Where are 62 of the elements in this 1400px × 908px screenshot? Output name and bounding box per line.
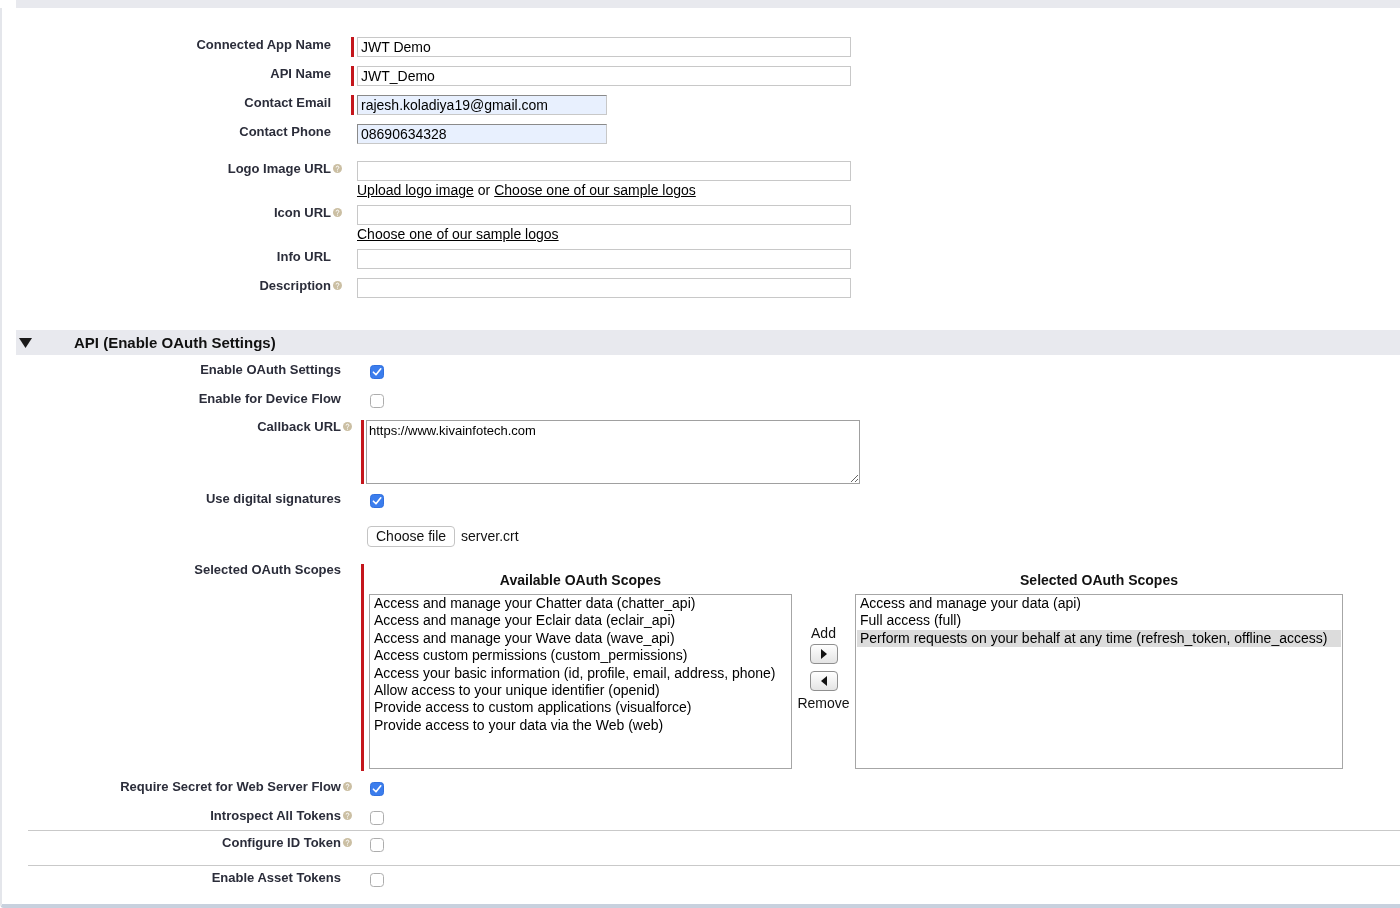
- input-field[interactable]: 08690634328: [357, 124, 607, 144]
- field-label: Logo Image URL: [227, 161, 331, 176]
- disclosure-triangle-icon[interactable]: [19, 337, 32, 348]
- field-label: Callback URL: [257, 419, 341, 434]
- checkbox[interactable]: [370, 394, 384, 408]
- input-field[interactable]: JWT_Demo: [357, 66, 851, 86]
- field-label: Enable for Device Flow: [198, 391, 341, 406]
- list-option[interactable]: Access and manage your Eclair data (eclair_api): [371, 612, 790, 630]
- field-label: Description: [259, 278, 331, 293]
- field-label: Enable Asset Tokens: [211, 870, 341, 885]
- callback-url-field[interactable]: https://www.kivainfotech.com: [366, 420, 860, 484]
- triangle-left-icon: [820, 676, 827, 686]
- separator-text: or: [477, 182, 491, 198]
- field-label: Introspect All Tokens: [210, 808, 341, 823]
- list-option[interactable]: Perform requests on your behalf at any time (refresh_token, offline_access): [857, 629, 1341, 648]
- list-option[interactable]: Access your basic information (id, profile, email, address, phone): [371, 664, 790, 683]
- list-option[interactable]: Access and manage your Wave data (wave_api): [371, 629, 790, 648]
- field-label: Contact Email: [244, 95, 331, 110]
- checkbox[interactable]: [370, 873, 384, 887]
- field-label: Icon URL: [273, 205, 331, 220]
- input-field[interactable]: [357, 161, 851, 181]
- input-field[interactable]: [357, 278, 851, 298]
- checkbox[interactable]: [370, 838, 384, 852]
- add-button[interactable]: [809, 644, 838, 664]
- section-title: API (Enable OAuth Settings): [74, 334, 276, 351]
- list-option[interactable]: Access and manage your Chatter data (chatter_api): [371, 595, 790, 613]
- list-option[interactable]: Provide access to your data via the Web (web): [371, 716, 790, 735]
- choose-file-button[interactable]: Choose file: [367, 526, 456, 547]
- add-label: Add: [811, 625, 836, 641]
- checkbox[interactable]: [370, 365, 384, 379]
- scope-list[interactable]: [369, 594, 792, 769]
- input-field[interactable]: [357, 249, 851, 269]
- list-option[interactable]: Allow access to your unique identifier (openid): [371, 682, 790, 700]
- input-field[interactable]: JWT Demo: [357, 37, 851, 57]
- checkbox[interactable]: [370, 494, 384, 508]
- field-label: Contact Phone: [239, 124, 331, 139]
- link[interactable]: Choose one of our sample logos: [357, 226, 559, 242]
- list-option[interactable]: Access custom permissions (custom_permissions): [371, 647, 790, 665]
- field-label: Require Secret for Web Server Flow: [120, 779, 341, 794]
- list-heading: Available OAuth Scopes: [498, 572, 663, 588]
- checkbox[interactable]: [370, 782, 384, 796]
- field-label: API Name: [270, 66, 331, 81]
- remove-label: Remove: [797, 695, 850, 711]
- field-label: Enable OAuth Settings: [200, 362, 341, 377]
- file-name-text: server.crt: [461, 527, 519, 546]
- list-option[interactable]: Provide access to custom applications (visualforce): [371, 699, 790, 717]
- link[interactable]: Upload logo image: [357, 182, 474, 198]
- checkbox[interactable]: [370, 811, 384, 825]
- field-label: Connected App Name: [196, 37, 331, 52]
- scope-list[interactable]: Access and manage your data (api) Full access (full) Perform requests on your behalf at any time (refresh_token, offline_access): [855, 594, 1343, 769]
- input-field[interactable]: [357, 205, 851, 225]
- field-label: Info URL: [276, 249, 331, 264]
- input-field[interactable]: rajesh.koladiya19@gmail.com: [357, 95, 607, 115]
- remove-button[interactable]: [809, 671, 838, 691]
- triangle-right-icon: [820, 649, 827, 659]
- list-option[interactable]: Full access (full): [857, 612, 1341, 630]
- field-label: Selected OAuth Scopes: [194, 562, 341, 577]
- link[interactable]: Choose one of our sample logos: [494, 182, 696, 198]
- field-label: Use digital signatures: [205, 491, 341, 506]
- list-heading: Selected OAuth Scopes: [1019, 572, 1179, 588]
- field-label: Configure ID Token: [222, 835, 341, 850]
- list-option[interactable]: Access and manage your data (api): [857, 595, 1341, 613]
